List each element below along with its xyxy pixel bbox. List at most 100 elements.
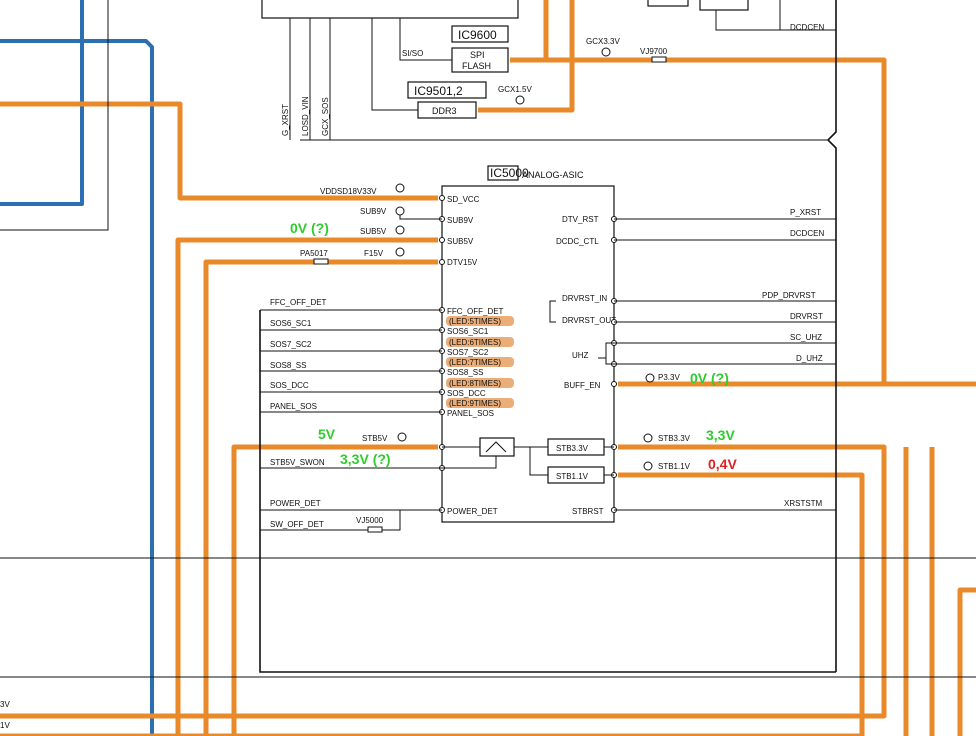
net-stb5v: STB5V: [362, 434, 388, 443]
net-vddsd: VDDSD18V33V: [320, 187, 377, 196]
edge-label-3v: 3V: [0, 700, 10, 709]
led-tag-2: (LED:6TIMES): [449, 338, 501, 347]
stb33v-testpoint-icon: [643, 433, 653, 443]
asic-name: ANALOG-ASIC: [522, 170, 584, 180]
annotation-stb33-voltage: 3,3V: [706, 427, 735, 443]
net-pdp-drvrst: PDP_DRVRST: [762, 291, 816, 300]
net-sos7: SOS7_SC2: [270, 340, 312, 349]
orange-trace-sub5v: [175, 237, 438, 736]
orange-trace-stb5v: [231, 444, 438, 736]
sub9v-testpoint-icon: [395, 206, 405, 216]
stb33-regulator-label: STB3.3V: [556, 444, 589, 453]
asic-pin-power-det: POWER_DET: [447, 507, 498, 516]
net-sos6: SOS6_SC1: [270, 319, 312, 328]
asic-pin-uhz: UHZ: [572, 351, 589, 360]
blue-trace-outer: [0, 39, 154, 736]
stb5v-testpoint-icon: [397, 432, 407, 442]
net-stb11v: STB1.1V: [658, 462, 691, 471]
asic-pin-dtv15v: DTV15V: [447, 258, 478, 267]
top-ic-body: [261, 0, 519, 19]
label-vj9700: VJ9700: [640, 47, 668, 56]
ddr-id: IC9501,2: [414, 84, 463, 98]
asic-pin-dcdc-ctl: DCDC_CTL: [556, 237, 599, 246]
asic-pin-ffc-off-det: FFC_OFF_DET: [447, 307, 504, 316]
led-tag-4: (LED:8TIMES): [449, 379, 501, 388]
spi-flash-id: IC9600: [458, 28, 497, 42]
asic-pin-dtv-rst: DTV_RST: [562, 215, 599, 224]
top-small-box-2: [699, 0, 749, 11]
net-sub5v: SUB5V: [360, 227, 387, 236]
sub5v-testpoint-icon: [395, 225, 405, 235]
vj5000-jumper-icon: [367, 526, 383, 533]
net-panel: PANEL_SOS: [270, 402, 317, 411]
led-tag-5: (LED:9TIMES): [449, 399, 501, 408]
led-tag-3: (LED:7TIMES): [449, 358, 501, 367]
ddr-name: DDR3: [432, 106, 457, 116]
net-ffc: FFC_OFF_DET: [270, 298, 327, 307]
net-sos8: SOS8_SS: [270, 361, 306, 370]
net-pa5017: PA5017: [300, 249, 328, 258]
asic-pin-sd-vcc: SD_VCC: [447, 195, 480, 204]
net-drvrst: DRVRST: [790, 312, 823, 321]
asic-pin-sub5v: SUB5V: [447, 237, 474, 246]
spi-flash-name-line2: FLASH: [462, 61, 491, 71]
asic-pin-drvrst-in: DRVRST_IN: [562, 294, 607, 303]
spi-flash-name-line1: SPI: [470, 50, 485, 60]
net-sc-uhz: SC_UHZ: [790, 333, 822, 342]
orange-trace-dtv15v: [203, 259, 438, 736]
top-small-box-1: [647, 0, 689, 7]
net-stb5v-swon: STB5V_SWON: [270, 458, 325, 467]
net-p33v: P3.3V: [658, 373, 680, 382]
label-dcdcen-top: DCDCEN: [790, 23, 824, 32]
net-power-det: POWER_DET: [270, 499, 321, 508]
f15v-testpoint-icon: [395, 247, 405, 257]
net-sosdcc: SOS_DCC: [270, 381, 309, 390]
annotation-sub5v-voltage: 0V (?): [290, 220, 329, 236]
net-dcdcen: DCDCEN: [790, 229, 824, 238]
asic-pin-sos-dcc: SOS_DCC: [447, 389, 486, 398]
asic-pin-buff-en: BUFF_EN: [564, 381, 601, 390]
annotation-buff-en-voltage: 0V (?): [690, 370, 729, 386]
annotation-stb5v-voltage: 5V: [318, 426, 336, 442]
net-d-uhz: D_UHZ: [796, 354, 823, 363]
top-pin-losd-vin: LOSD_VIN: [301, 96, 310, 136]
schematic-canvas: G_XRST LOSD_VIN GCX_SOS SI/SO IC9600 SPI…: [0, 0, 976, 736]
pa5017-fuse-icon: [313, 258, 329, 265]
label-gcx33: GCX3.3V: [586, 37, 620, 46]
net-xrststm: XRSTSTM: [784, 499, 823, 508]
schematic-diagram: G_XRST LOSD_VIN GCX_SOS SI/SO IC9600 SPI…: [0, 0, 976, 736]
label-gcx15: GCX1.5V: [498, 85, 532, 94]
vj9700-jumper-icon: [651, 56, 667, 63]
stb11-regulator-label: STB1.1V: [556, 472, 589, 481]
annotation-swon-voltage: 3,3V (?): [340, 451, 391, 467]
wire-sub9v: [399, 215, 442, 220]
asic-pin-drvrst-out: DRVRST_OUT: [562, 316, 616, 325]
wire-black-left: [0, 0, 109, 231]
gcx15-testpoint-icon: [515, 95, 525, 105]
net-p-xrst: P_XRST: [790, 208, 821, 217]
orange-trace-right-edge: [957, 587, 976, 736]
p33v-testpoint-icon: [645, 373, 655, 383]
stb11v-testpoint-icon: [643, 461, 653, 471]
top-pin-gcx-sos: GCX_SOS: [321, 97, 330, 136]
edge-label-1v: 1V: [0, 721, 10, 730]
asic-pin-sub9v: SUB9V: [447, 216, 474, 225]
net-f15v: F15V: [364, 249, 384, 258]
asic-pin-panel-sos: PANEL_SOS: [447, 409, 494, 418]
top-pin-g-xrst: G_XRST: [281, 104, 290, 136]
annotation-stb11-voltage: 0,4V: [708, 456, 737, 472]
asic-pin-sos7-sc2: SOS7_SC2: [447, 348, 489, 357]
gcx33-testpoint-icon: [601, 47, 611, 57]
vddsd-testpoint-icon: [395, 183, 405, 193]
net-stb33v: STB3.3V: [658, 434, 691, 443]
bus-right: [826, 0, 837, 672]
orange-trace-vddsd: [0, 101, 438, 201]
net-vj5000: VJ5000: [356, 516, 384, 525]
net-sw-off-det: SW_OFF_DET: [270, 520, 324, 529]
led-tag-1: (LED:5TIMES): [449, 317, 501, 326]
label-sisi: SI/SO: [402, 49, 423, 58]
asic-pin-sos8-ss: SOS8_SS: [447, 368, 483, 377]
asic-pin-stbrst: STBRST: [572, 507, 604, 516]
net-sub9v: SUB9V: [360, 207, 387, 216]
orange-trace-stb11: [0, 472, 865, 736]
